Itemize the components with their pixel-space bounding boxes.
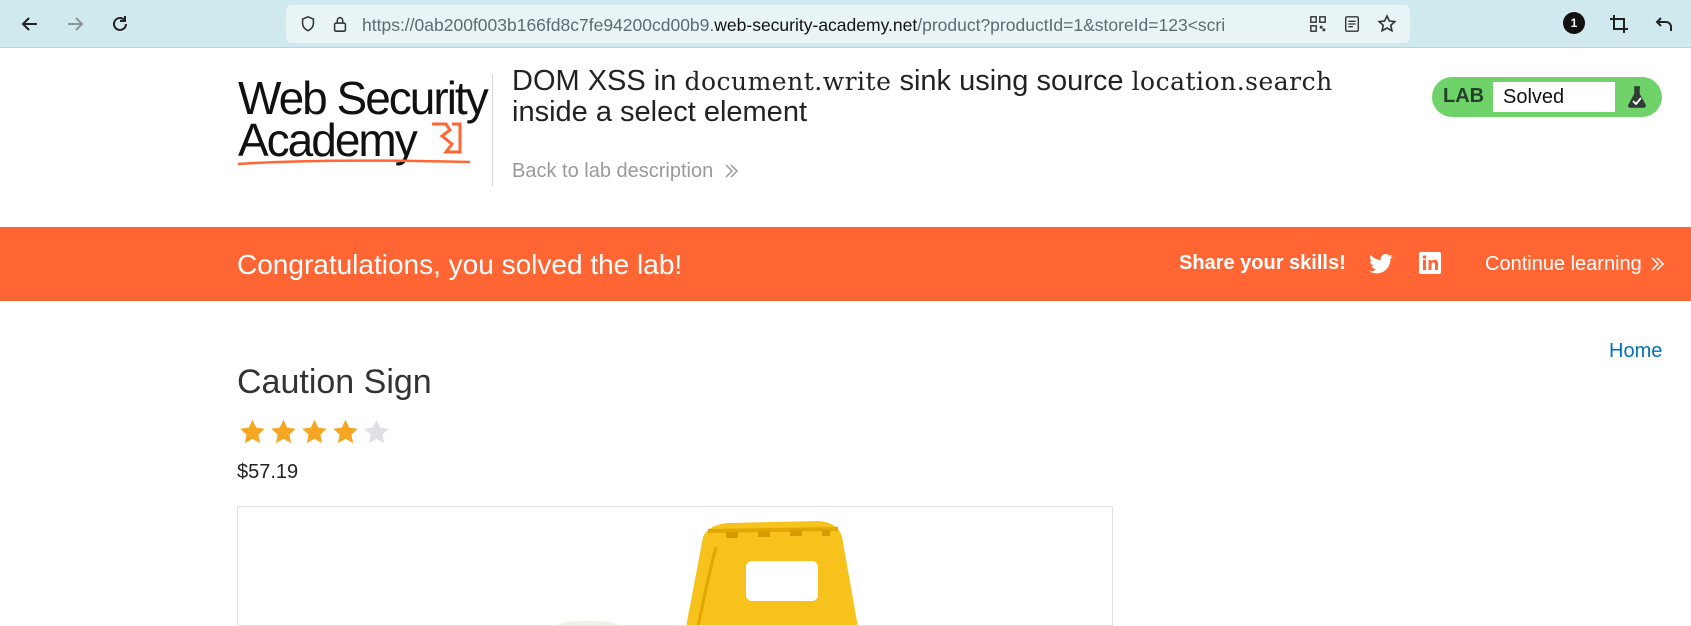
solved-banner: Congratulations, you solved the lab! Sha…	[0, 227, 1691, 301]
web-security-academy-logo[interactable]: Web Security Academy	[238, 74, 489, 166]
bookmark-star-icon[interactable]	[1377, 14, 1397, 34]
twitter-icon[interactable]	[1368, 251, 1394, 277]
extension-badge-icon[interactable]: 1	[1563, 12, 1585, 34]
star-filled-icon	[240, 419, 265, 444]
url-path: /product?productId=1&storeId=123<scri	[917, 15, 1226, 35]
lab-title: DOM XSS in document.write sink using sou…	[512, 66, 1412, 128]
star-empty-icon	[364, 419, 389, 444]
url-prefix: https://0ab200f003b166fd8c7fe94200cd00b9…	[362, 15, 715, 35]
product-title: Caution Sign	[237, 363, 432, 401]
qr-code-icon[interactable]	[1308, 14, 1328, 34]
home-link[interactable]: Home	[1609, 340, 1662, 363]
lock-icon[interactable]	[330, 14, 350, 34]
share-skills-label: Share your skills!	[1179, 252, 1346, 274]
logo-line-2: Academy	[238, 114, 418, 166]
star-filled-icon	[271, 419, 296, 444]
back-to-description-link[interactable]: Back to lab description	[512, 159, 739, 183]
title-text-1: DOM XSS in	[512, 65, 685, 97]
title-text-3: inside a select element	[512, 96, 807, 128]
reader-view-icon[interactable]	[1342, 14, 1362, 34]
product-image	[237, 506, 1113, 626]
logo-underline-icon	[238, 159, 470, 166]
flask-icon	[1628, 86, 1646, 108]
star-filled-icon	[302, 419, 327, 444]
crop-icon[interactable]	[1603, 8, 1635, 40]
lab-status-widget: LAB Solved	[1432, 77, 1662, 117]
rating-stars	[237, 418, 392, 446]
lab-status-value: Solved	[1492, 81, 1616, 113]
caution-sign-image	[558, 521, 858, 625]
undo-icon[interactable]	[1648, 8, 1680, 40]
star-filled-icon	[333, 419, 358, 444]
lab-label: LAB	[1443, 85, 1485, 107]
back-link-label: Back to lab description	[512, 160, 714, 182]
forward-arrow-icon[interactable]	[59, 8, 91, 40]
continue-learning-label: Continue learning	[1485, 253, 1642, 275]
browser-toolbar: https://0ab200f003b166fd8c7fe94200cd00b9…	[0, 0, 1691, 48]
url-domain: web-security-academy.net	[714, 15, 918, 35]
linkedin-icon[interactable]	[1418, 251, 1442, 275]
shield-icon[interactable]	[298, 14, 318, 34]
address-bar[interactable]: https://0ab200f003b166fd8c7fe94200cd00b9…	[286, 5, 1410, 43]
reload-icon[interactable]	[104, 8, 136, 40]
congratulations-message: Congratulations, you solved the lab!	[237, 249, 683, 280]
url-text[interactable]: https://0ab200f003b166fd8c7fe94200cd00b9…	[362, 14, 1294, 36]
continue-learning-link[interactable]: Continue learning	[1485, 252, 1665, 276]
back-arrow-icon[interactable]	[14, 8, 46, 40]
header-divider	[492, 74, 493, 186]
product-price: $57.19	[237, 461, 299, 483]
title-code-2: location.search	[1131, 67, 1333, 96]
double-chevron-right-icon	[725, 164, 738, 178]
title-code-1: document.write	[684, 67, 892, 96]
double-chevron-right-icon	[1651, 257, 1665, 271]
title-text-2: sink using source	[891, 65, 1132, 97]
